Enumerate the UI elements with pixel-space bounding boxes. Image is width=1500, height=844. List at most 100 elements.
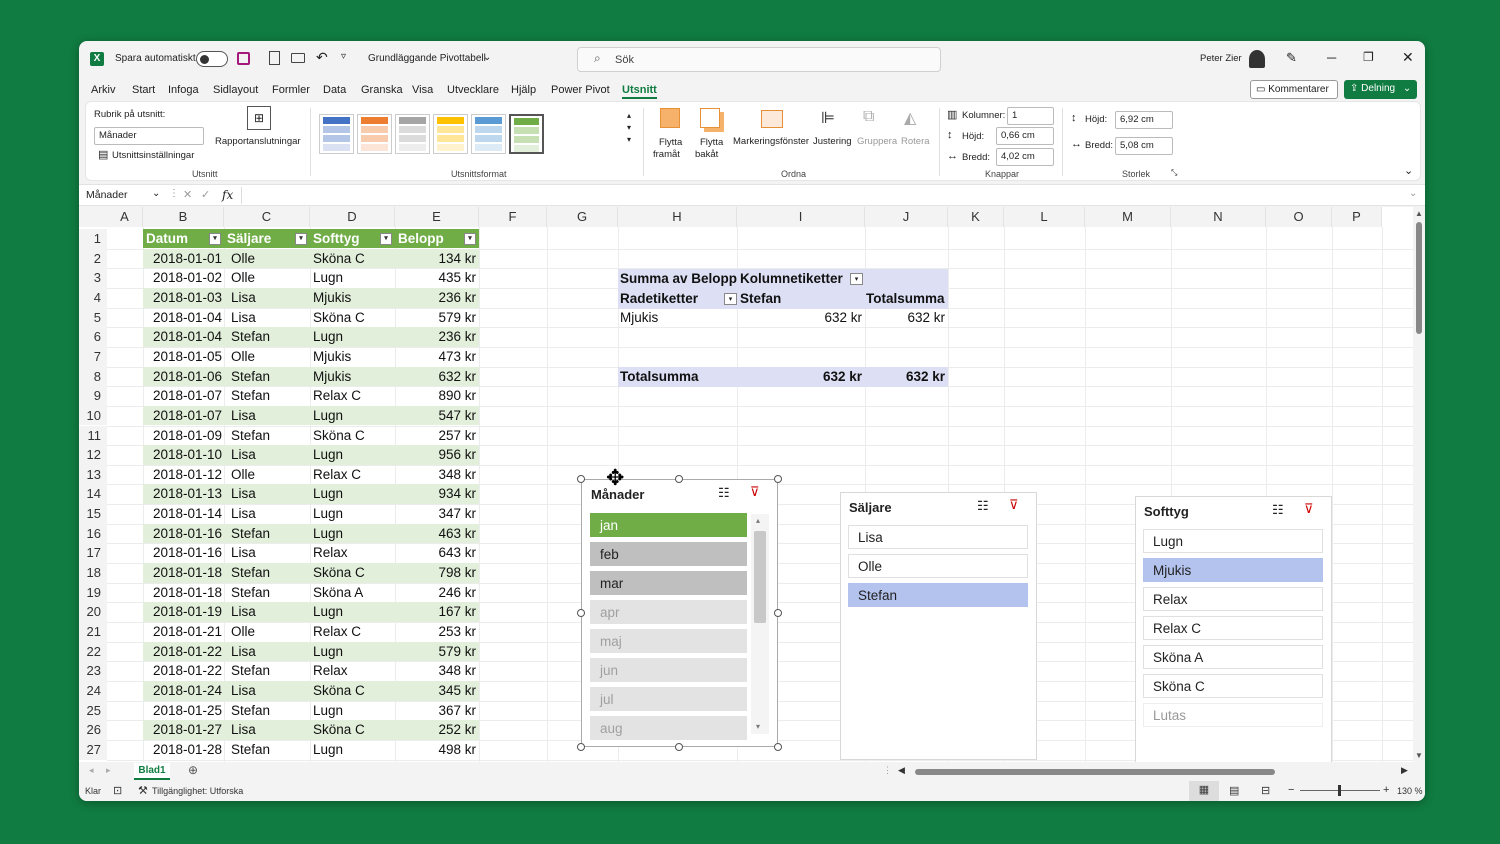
table-cell[interactable]: 798 kr (395, 563, 476, 583)
resize-handle[interactable] (577, 475, 585, 483)
row-header[interactable]: 23 (79, 661, 107, 681)
table-cell[interactable]: 2018-01-24 (143, 681, 224, 701)
table-cell[interactable]: Relax C (313, 386, 361, 406)
row-header[interactable]: 22 (79, 641, 107, 662)
table-cell[interactable]: 347 kr (395, 504, 476, 524)
row-header[interactable]: 16 (79, 523, 107, 544)
table-cell[interactable]: 2018-01-22 (143, 642, 224, 662)
table-cell[interactable]: Sköna C (313, 308, 365, 328)
column-header-L[interactable]: L (1004, 207, 1085, 227)
height-input[interactable]: 6,92 cm (1115, 111, 1173, 129)
align-icon[interactable]: ⊫ (821, 108, 835, 128)
table-cell[interactable]: Lugn (313, 484, 343, 504)
table-cell[interactable]: Sköna A (313, 583, 363, 603)
column-header-F[interactable]: F (479, 207, 547, 227)
multi-select-icon[interactable]: ☷ (718, 485, 730, 501)
pivot-col-filter-icon[interactable]: ▾ (850, 273, 863, 285)
table-header-0[interactable]: Datum ▾ (143, 229, 224, 248)
prev-sheet-icon[interactable]: ◂ (89, 765, 94, 776)
row-header[interactable]: 1 (79, 229, 107, 249)
table-cell[interactable]: Stefan (231, 740, 270, 760)
table-cell[interactable]: 2018-01-04 (143, 327, 224, 347)
open-folder-icon[interactable] (291, 53, 305, 63)
row-header[interactable]: 24 (79, 680, 107, 701)
resize-handle[interactable] (774, 743, 782, 751)
table-header-3[interactable]: Belopp ▾ (395, 229, 479, 248)
collapse-ribbon-icon[interactable]: ⌄ (1404, 164, 1413, 177)
table-cell[interactable]: 934 kr (395, 484, 476, 504)
table-header-2[interactable]: Softtyg ▾ (310, 229, 395, 248)
table-cell[interactable]: Lugn (313, 268, 343, 288)
table-cell[interactable]: Lugn (313, 602, 343, 622)
send-backward-icon[interactable] (700, 108, 720, 128)
table-cell[interactable]: 367 kr (395, 701, 476, 721)
column-header-O[interactable]: O (1266, 207, 1332, 227)
table-cell[interactable]: 2018-01-18 (143, 563, 224, 583)
table-cell[interactable]: 579 kr (395, 308, 476, 328)
table-cell[interactable]: Relax (313, 661, 348, 681)
filter-dropdown-icon[interactable]: ▾ (464, 233, 476, 245)
tab-granska[interactable]: Granska (361, 84, 403, 96)
slicer_months-item-apr[interactable]: apr (590, 600, 747, 624)
table-cell[interactable]: 2018-01-06 (143, 367, 224, 387)
table-cell[interactable]: Olle (231, 465, 255, 485)
tab-formler[interactable]: Formler (272, 84, 310, 96)
table-cell[interactable]: Relax C (313, 622, 361, 642)
formula-input[interactable] (241, 187, 1411, 204)
table-cell[interactable]: 2018-01-10 (143, 445, 224, 465)
zoom-in-icon[interactable]: + (1383, 784, 1389, 796)
row-header[interactable]: 20 (79, 602, 107, 622)
tab-start[interactable]: Start (132, 84, 155, 96)
gallery-scroll-icon[interactable]: ▴ ▾ ▾ (627, 110, 631, 146)
table-cell[interactable]: 547 kr (395, 406, 476, 426)
table-cell[interactable]: 348 kr (395, 465, 476, 485)
row-header[interactable]: 26 (79, 720, 107, 740)
report-connections-icon[interactable]: ⊞ (247, 106, 271, 130)
row-header[interactable]: 14 (79, 484, 107, 505)
table-cell[interactable]: 463 kr (395, 524, 476, 544)
slicer_fabric-item-lutas[interactable]: Lutas (1143, 703, 1323, 727)
expand-formula-icon[interactable]: ⌄ (1409, 188, 1417, 199)
table-cell[interactable]: 2018-01-01 (143, 249, 224, 269)
slicer_months-item-mar[interactable]: mar (590, 571, 747, 595)
table-cell[interactable]: 2018-01-22 (143, 661, 224, 681)
scroll-thumb[interactable] (754, 531, 766, 623)
table-cell[interactable]: Stefan (231, 426, 270, 446)
table-cell[interactable]: 345 kr (395, 681, 476, 701)
table-cell[interactable]: Lisa (231, 681, 256, 701)
row-header[interactable]: 15 (79, 504, 107, 524)
slicer-settings-button[interactable]: Utsnittsinställningar (112, 150, 194, 161)
table-cell[interactable]: Relax C (313, 465, 361, 485)
slicer-scrollbar[interactable]: ▴ ▾ (751, 514, 769, 734)
zoom-level[interactable]: 130 % (1397, 786, 1423, 796)
table-cell[interactable]: 2018-01-16 (143, 524, 224, 544)
filter-dropdown-icon[interactable]: ▾ (380, 233, 392, 245)
column-header-H[interactable]: H (618, 207, 737, 227)
caption-input[interactable]: Månader (94, 127, 204, 145)
table-cell[interactable]: 134 kr (395, 249, 476, 269)
row-header[interactable]: 21 (79, 622, 107, 642)
table-cell[interactable]: 348 kr (395, 661, 476, 681)
table-cell[interactable]: Stefan (231, 367, 270, 387)
bring-forward-label[interactable]: Flytta (659, 137, 682, 148)
bring-forward-icon[interactable] (660, 108, 680, 128)
table-cell[interactable]: Stefan (231, 524, 270, 544)
scroll-down-icon[interactable]: ▾ (756, 722, 760, 731)
style-swatch-5[interactable] (471, 114, 506, 154)
tab-power-pivot[interactable]: Power Pivot (551, 84, 610, 96)
clear-filter-icon[interactable]: ⊽ (750, 484, 760, 500)
table-cell[interactable]: 252 kr (395, 720, 476, 740)
row-header[interactable]: 13 (79, 464, 107, 485)
accessibility-status[interactable]: Tillgänglighet: Utforska (152, 786, 243, 796)
tab-sidlayout[interactable]: Sidlayout (213, 84, 258, 96)
column-header-D[interactable]: D (310, 207, 395, 227)
slicer-seller[interactable]: Säljare ☷ ⊽ Lisa Olle Stefan (840, 492, 1037, 760)
zoom-slider-thumb[interactable] (1338, 785, 1341, 796)
table-cell[interactable]: 2018-01-03 (143, 288, 224, 308)
table-cell[interactable]: 2018-01-12 (143, 465, 224, 485)
tab-data[interactable]: Data (323, 84, 346, 96)
accessibility-icon[interactable]: ⚒ (138, 784, 148, 797)
column-header-A[interactable]: A (107, 207, 143, 227)
vertical-scrollbar[interactable]: ▲ ▼ (1413, 207, 1425, 762)
minimize-icon[interactable]: ─ (1327, 50, 1336, 65)
